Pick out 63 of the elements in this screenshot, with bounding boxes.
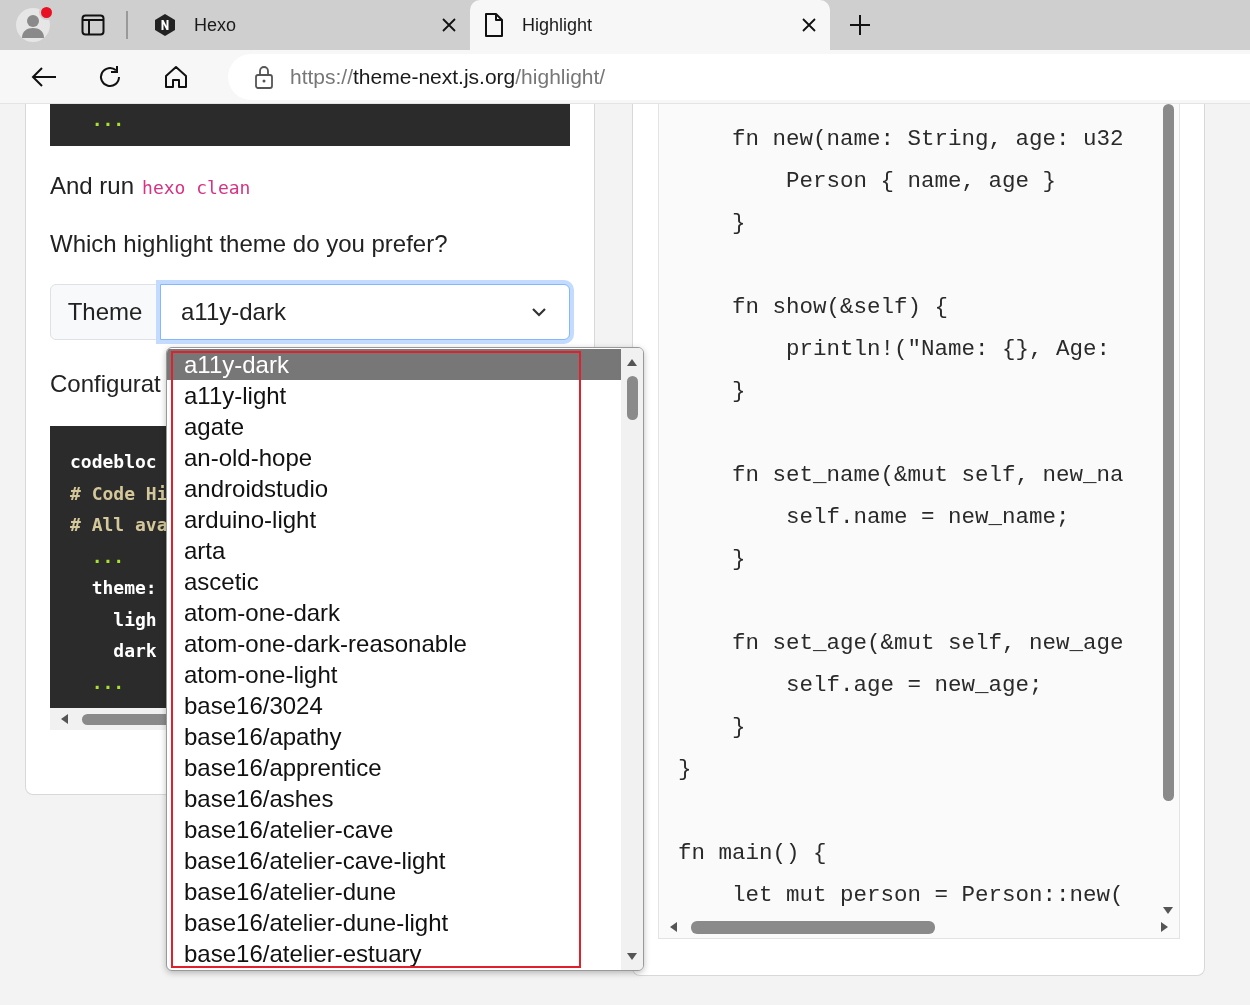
close-icon[interactable] [802,18,816,32]
theme-option[interactable]: base16/3024 [167,690,621,721]
code-line: ... [90,108,125,132]
theme-option[interactable]: a11y-light [167,380,621,411]
code-line: fn set_age(&mut self, new_age [731,629,1124,658]
theme-option[interactable]: base16/atelier-cave [167,814,621,845]
code-line: # Code Hi [70,481,168,506]
theme-option[interactable]: atom-one-dark-reasonable [167,628,621,659]
theme-option[interactable]: ascetic [167,566,621,597]
code-line: } [678,755,692,784]
code-line: self.age = new_age; [785,671,1043,700]
scrollbar-thumb[interactable] [626,376,638,420]
code-line: fn set_name(&mut self, new_na [731,461,1124,490]
browser-tab[interactable]: Highlight [470,0,830,50]
theme-option[interactable]: atom-one-dark [167,597,621,628]
code-line: println!("Name: {}, Age: [785,335,1111,364]
section-heading: Configurat [50,370,161,398]
theme-option[interactable]: arta [167,535,621,566]
theme-option[interactable]: atom-one-light [167,659,621,690]
theme-option[interactable]: an-old-hope [167,442,621,473]
tab-title: Highlight [522,14,594,36]
theme-option[interactable]: base16/atelier-dune-light [167,907,621,938]
code-line: } [731,545,746,574]
scrollbar-thumb[interactable] [691,920,935,934]
close-icon[interactable] [442,18,456,32]
code-line: ... [90,670,125,695]
theme-option[interactable]: base16/apathy [167,721,621,752]
hexagon-logo-icon [154,13,176,37]
code-line: } [731,377,746,406]
scrollbar-thumb[interactable] [1162,104,1174,801]
code-line: theme: [90,576,157,600]
code-line: self.name = new_name; [785,503,1070,532]
code-line: dark [112,639,157,663]
code-line: codebloc [70,450,157,474]
tab-title: Hexo [194,14,238,36]
scroll-down-icon[interactable] [626,950,638,962]
theme-option[interactable]: androidstudio [167,473,621,504]
code-line: # All ava [70,513,168,537]
code-line: ... [90,544,125,569]
address-bar[interactable]: https://theme-next.js.org/highlight/ [228,53,1250,100]
theme-option[interactable]: base16/atelier-cave-light [167,845,621,876]
theme-option[interactable]: arduino-light [167,504,621,535]
profile-avatar[interactable] [16,8,50,42]
code-line: ligh [112,607,157,632]
paragraph: And run hexo clean [50,172,251,200]
theme-option[interactable]: base16/atelier-estuary [167,938,621,969]
code-line: fn new(name: String, age: u32 [731,125,1124,154]
theme-option[interactable]: a11y-dark [167,349,621,380]
code-line: Person { name, age } [785,167,1057,196]
page-icon [484,12,504,38]
theme-option[interactable]: base16/ashes [167,783,621,814]
url-text: https://theme-next.js.org/highlight/ [290,64,606,89]
code-line: } [731,209,746,238]
code-line: } [731,713,746,742]
theme-option[interactable]: base16/apprentice [167,752,621,783]
lock-icon[interactable] [254,64,274,89]
code-line: let mut person = Person::new( [731,881,1124,910]
browser-tab[interactable]: Hexo [140,5,470,45]
code-line: fn main() { [678,839,827,868]
question-text: Which highlight theme do you prefer? [50,230,448,258]
code-line: fn show(&self) { [731,293,949,322]
theme-option[interactable]: base16/atelier-dune [167,876,621,907]
theme-option[interactable]: agate [167,411,621,442]
